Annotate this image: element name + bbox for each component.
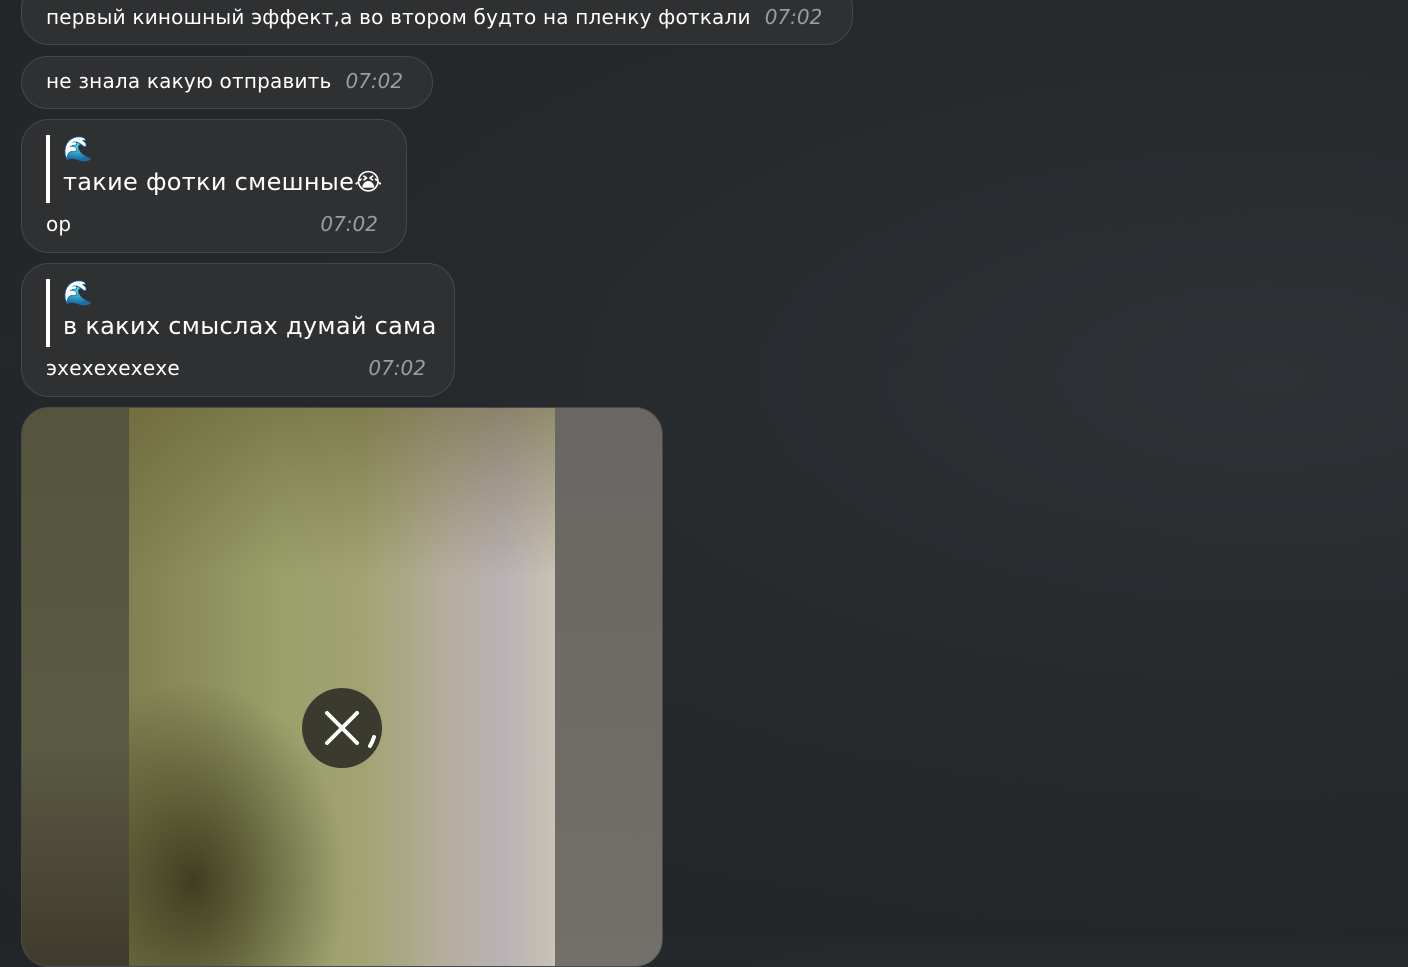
message-bubble[interactable]: первый киношный эффект,а во втором будто… bbox=[21, 0, 853, 45]
message-text: не знала какую отправить bbox=[46, 69, 332, 93]
message-text: эхехехехехе bbox=[46, 356, 180, 380]
cancel-download-button[interactable] bbox=[302, 688, 382, 768]
blurred-preview-left bbox=[22, 408, 129, 966]
message-time: 07:02 bbox=[764, 5, 823, 29]
media-preview[interactable] bbox=[129, 408, 555, 966]
reply-quote[interactable]: 🌊 в каких смыслах думай сама bbox=[46, 279, 437, 347]
message-time: 07:02 bbox=[368, 356, 426, 380]
wave-emoji: 🌊 bbox=[63, 279, 93, 307]
message-content: ор 07:02 bbox=[46, 212, 378, 236]
message-content: не знала какую отправить 07:02 bbox=[46, 69, 403, 93]
chat-history: первый киношный эффект,а во втором будто… bbox=[0, 0, 1408, 967]
message-bubble[interactable]: не знала какую отправить 07:02 bbox=[21, 56, 433, 109]
message-time: 07:02 bbox=[345, 69, 404, 93]
reply-message-bubble[interactable]: 🌊 такие фотки смешные😭 ор 07:02 bbox=[21, 119, 407, 253]
message-text: первый киношный эффект,а во втором будто… bbox=[46, 5, 751, 29]
reply-message-bubble[interactable]: 🌊 в каких смыслах думай сама эхехехехехе… bbox=[21, 263, 455, 397]
message-text: ор bbox=[46, 212, 72, 236]
message-time: 07:02 bbox=[320, 212, 378, 236]
wave-emoji: 🌊 bbox=[63, 135, 93, 163]
message-content: эхехехехехе 07:02 bbox=[46, 356, 426, 380]
quoted-text: в каких смыслах думай сама bbox=[63, 312, 437, 340]
blurred-preview-right bbox=[555, 408, 662, 966]
message-content: первый киношный эффект,а во втором будто… bbox=[46, 5, 822, 29]
media-message[interactable] bbox=[21, 407, 663, 967]
quoted-text: такие фотки смешные😭 bbox=[63, 168, 383, 196]
reply-quote[interactable]: 🌊 такие фотки смешные😭 bbox=[46, 135, 383, 203]
loading-arc-icon bbox=[368, 735, 376, 748]
close-icon bbox=[325, 711, 376, 748]
